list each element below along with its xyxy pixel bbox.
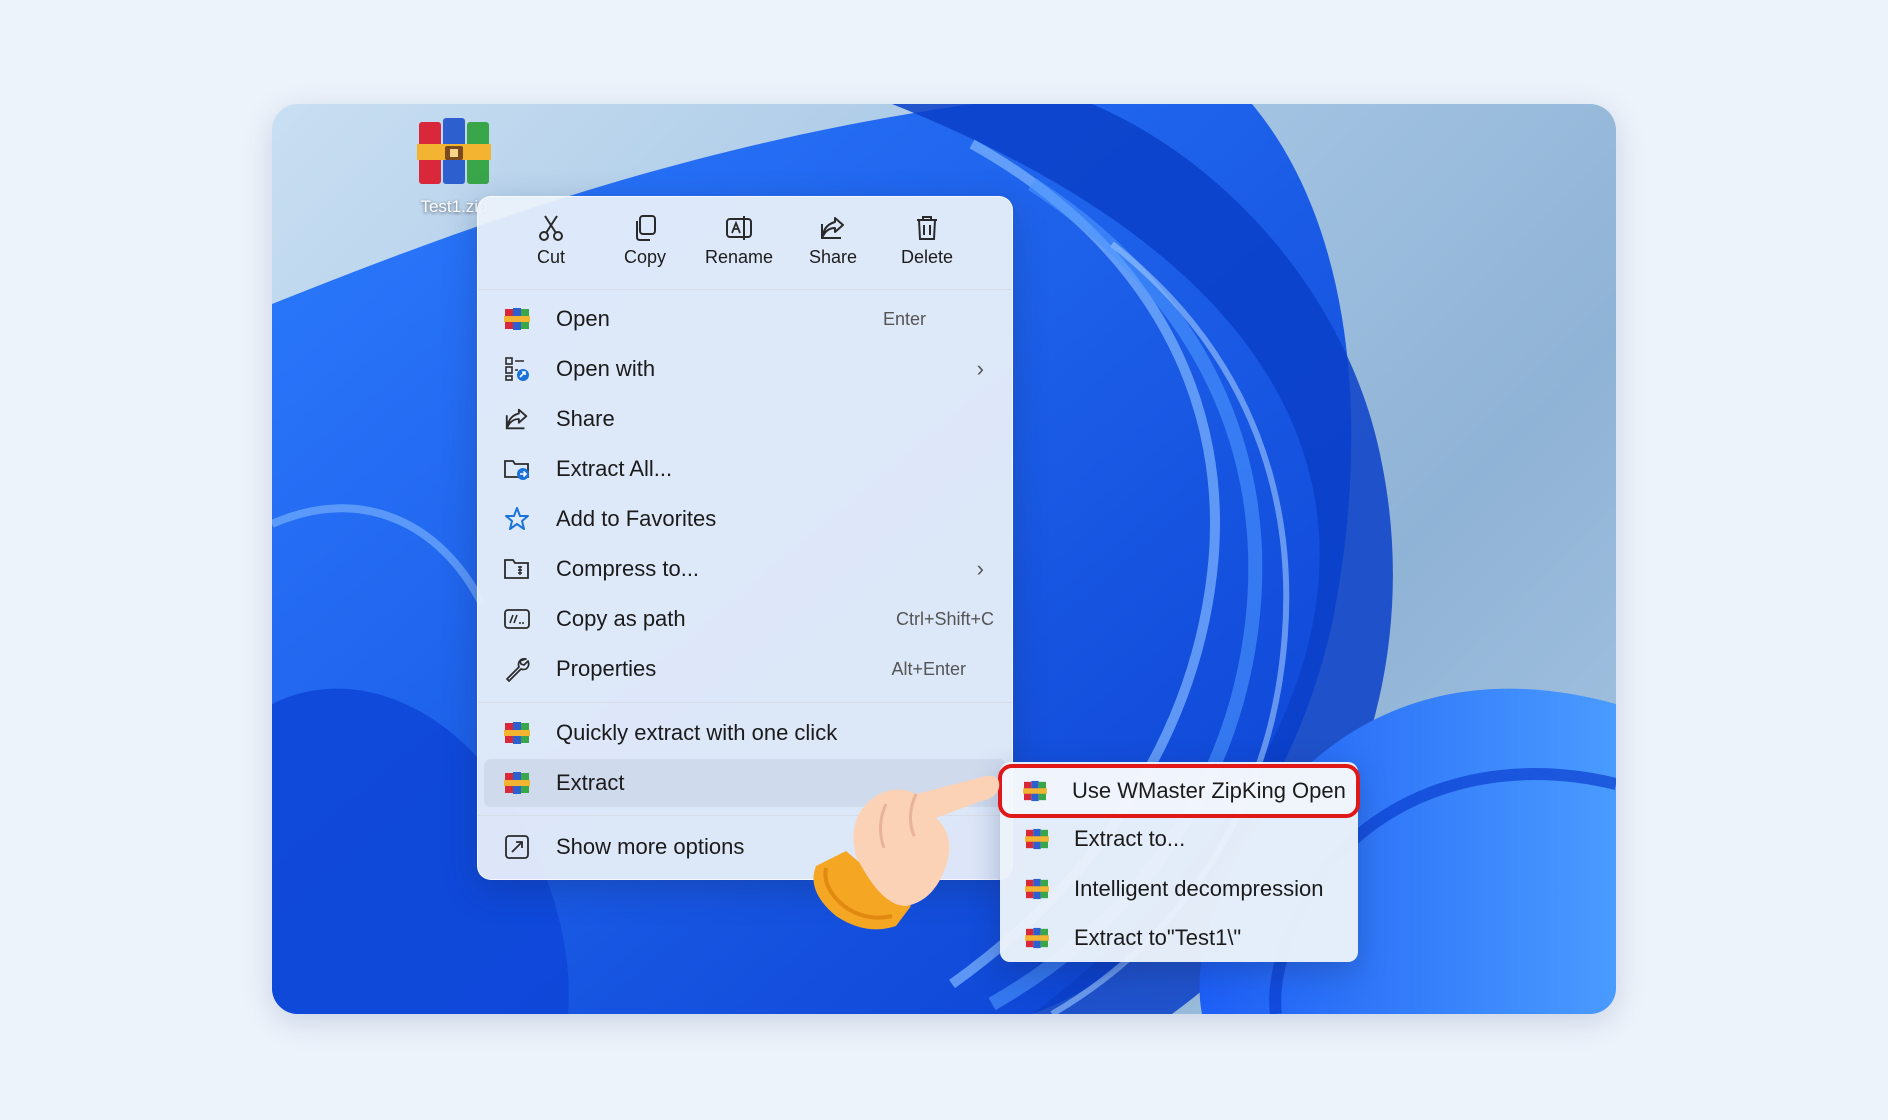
- menu-item-add-favorites[interactable]: Add to Favorites: [484, 495, 1006, 543]
- cut-button[interactable]: Cut: [506, 211, 596, 281]
- menu-item-open-with-label: Open with: [556, 356, 656, 381]
- copy-icon: [636, 215, 656, 241]
- menu-item-properties-label: Properties: [556, 656, 657, 681]
- submenu-item-intelligent-decompression-label: Intelligent decompression: [1074, 876, 1324, 901]
- menu-item-open-label: Open: [556, 306, 610, 331]
- menu-item-open-shortcut: Enter: [882, 308, 926, 329]
- menu-item-quick-extract-label: Quickly extract with one click: [556, 720, 838, 745]
- copy-label: Copy: [623, 247, 667, 267]
- share-toolbar-label: Share: [808, 247, 858, 267]
- menu-item-share-label: Share: [556, 406, 615, 431]
- submenu-item-extract-to-test1[interactable]: Extract to"Test1\": [1004, 915, 1354, 961]
- copy-path-icon: [504, 609, 530, 629]
- delete-button[interactable]: Delete: [882, 211, 972, 281]
- menu-item-compress-label: Compress to...: [556, 556, 700, 581]
- extract-submenu: Use WMaster ZipKing Open Extract to... I…: [998, 762, 1360, 962]
- menu-item-copy-path[interactable]: Copy as path Ctrl+Shift+C: [484, 595, 1006, 643]
- rename-button[interactable]: Rename: [694, 211, 784, 281]
- menu-item-compress[interactable]: Compress to... ›: [484, 545, 1006, 593]
- chevron-right-icon: ›: [976, 556, 984, 581]
- winrar-icon: [1025, 927, 1049, 949]
- winrar-icon: [504, 772, 530, 794]
- submenu-item-use-zipking-open-label: Use WMaster ZipKing Open: [1072, 778, 1346, 803]
- chevron-right-icon: ›: [976, 356, 984, 381]
- menu-item-copy-path-shortcut: Ctrl+Shift+C: [895, 608, 994, 629]
- winrar-icon: [1025, 878, 1049, 900]
- share-icon: [505, 408, 528, 430]
- submenu-item-extract-to-label: Extract to...: [1074, 826, 1186, 851]
- compress-icon: [504, 559, 529, 579]
- delete-label: Delete: [900, 247, 954, 267]
- submenu-item-use-zipking-open[interactable]: Use WMaster ZipKing Open: [998, 764, 1360, 818]
- wrench-icon: [506, 657, 530, 682]
- winrar-icon: [1023, 780, 1047, 802]
- rename-label: Rename: [704, 247, 774, 267]
- winrar-icon: [504, 722, 530, 744]
- winrar-icon: [504, 308, 530, 330]
- submenu-item-extract-to-test1-label: Extract to"Test1\": [1074, 925, 1242, 950]
- menu-item-extract-all-label: Extract All...: [556, 456, 673, 481]
- menu-item-share[interactable]: Share: [484, 395, 1006, 443]
- open-with-icon: [505, 357, 529, 381]
- winrar-archive-icon: [417, 118, 491, 184]
- menu-item-properties-shortcut: Alt+Enter: [891, 658, 966, 679]
- menu-item-quick-extract[interactable]: Quickly extract with one click: [484, 709, 1006, 757]
- winrar-icon: [1025, 828, 1049, 850]
- menu-item-open[interactable]: Open Enter: [484, 295, 1006, 343]
- copy-button[interactable]: Copy: [600, 211, 690, 281]
- share-toolbar-button[interactable]: Share: [788, 211, 878, 281]
- menu-item-open-with[interactable]: Open with ›: [484, 345, 1006, 393]
- context-toolbar: Cut Copy Rename Share Delete: [478, 197, 1012, 289]
- star-icon: [505, 507, 529, 530]
- extract-folder-icon: [504, 460, 529, 480]
- menu-item-copy-path-label: Copy as path: [556, 606, 686, 631]
- pointing-hand-icon: [813, 775, 1000, 930]
- toolbar-divider: [478, 289, 1012, 290]
- submenu-item-intelligent-decompression[interactable]: Intelligent decompression: [1004, 866, 1354, 912]
- rename-icon: [726, 216, 752, 240]
- menu-divider: [478, 702, 1012, 703]
- show-more-icon: [505, 835, 529, 859]
- scissors-icon: [539, 215, 563, 241]
- menu-item-extract-label: Extract: [556, 770, 625, 795]
- share-icon: [821, 217, 844, 239]
- cut-label: Cut: [536, 247, 565, 267]
- menu-item-properties[interactable]: Properties Alt+Enter: [484, 645, 1006, 693]
- trash-icon: [917, 216, 937, 240]
- menu-item-show-more-options-label: Show more options: [556, 834, 745, 859]
- menu-item-add-favorites-label: Add to Favorites: [556, 506, 717, 531]
- menu-item-extract-all[interactable]: Extract All...: [484, 445, 1006, 493]
- submenu-item-extract-to[interactable]: Extract to...: [1004, 816, 1354, 862]
